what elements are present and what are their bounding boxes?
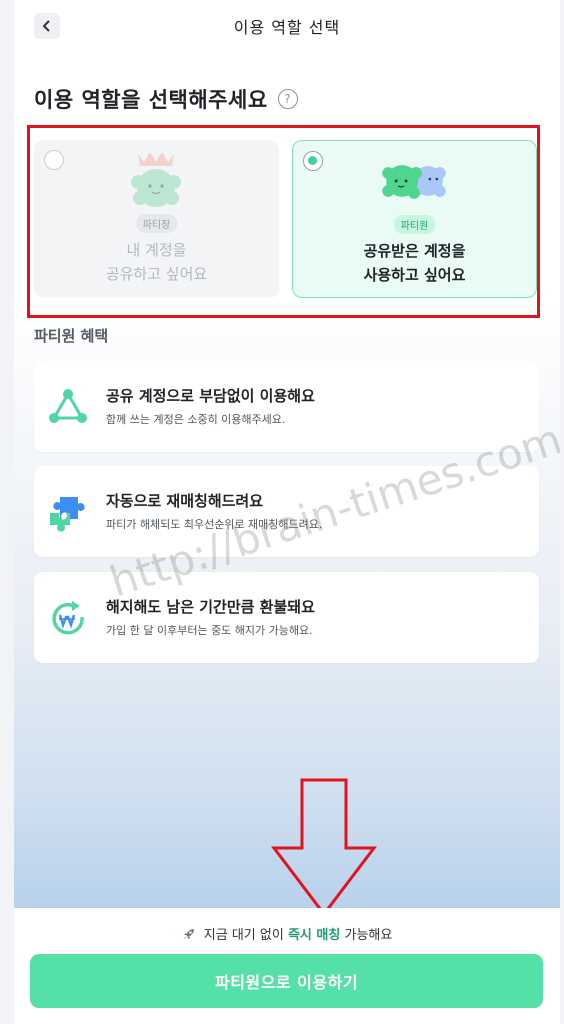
benefit-card: 공유 계정으로 부담없이 이용해요 함께 쓰는 계정은 소중히 이용해주세요.: [34, 361, 539, 452]
instant-match-note: 지금 대기 없이 즉시 매칭 가능해요: [14, 924, 560, 943]
benefit-title: 공유 계정으로 부담없이 이용해요: [106, 387, 315, 405]
screen: 이용 역할 선택 이용 역할을 선택해주세요 ? 파티장 내 계정을 공유하고 …: [14, 0, 560, 1024]
benefits-title: 파티원 혜택: [34, 327, 109, 345]
refund-cycle-icon: [52, 601, 84, 635]
help-icon[interactable]: ?: [277, 89, 298, 109]
annotation-highlight-box: [27, 125, 540, 318]
benefit-card: 해지해도 남은 기간만큼 환불돼요 가입 한 달 이후부터는 중도 해지가 가능…: [34, 572, 539, 663]
benefit-subtitle: 가입 한 달 이후부터는 중도 해지가 가능해요.: [106, 624, 313, 637]
note-prefix: 지금 대기 없이: [203, 928, 284, 943]
note-highlight: 즉시 매칭: [287, 928, 341, 943]
rocket-icon: [183, 929, 194, 940]
note-suffix: 가능해요: [344, 928, 393, 943]
top-bar: 이용 역할 선택: [14, 0, 560, 56]
share-network-icon: [49, 389, 87, 423]
heading-text: 이용 역할을 선택해주세요: [34, 88, 268, 112]
page-title: 이용 역할 선택: [233, 18, 341, 37]
benefit-title: 자동으로 재매칭해드려요: [106, 492, 264, 510]
puzzle-icon: [50, 497, 85, 532]
join-as-member-button[interactable]: 파티원으로 이용하기: [30, 954, 543, 1008]
section-heading: 이용 역할을 선택해주세요 ?: [34, 84, 298, 114]
bottom-bar: 지금 대기 없이 즉시 매칭 가능해요 파티원으로 이용하기: [14, 908, 560, 1024]
annotation-arrow-icon: [270, 778, 378, 917]
benefit-subtitle: 함께 쓰는 계정은 소중히 이용해주세요.: [106, 413, 286, 426]
